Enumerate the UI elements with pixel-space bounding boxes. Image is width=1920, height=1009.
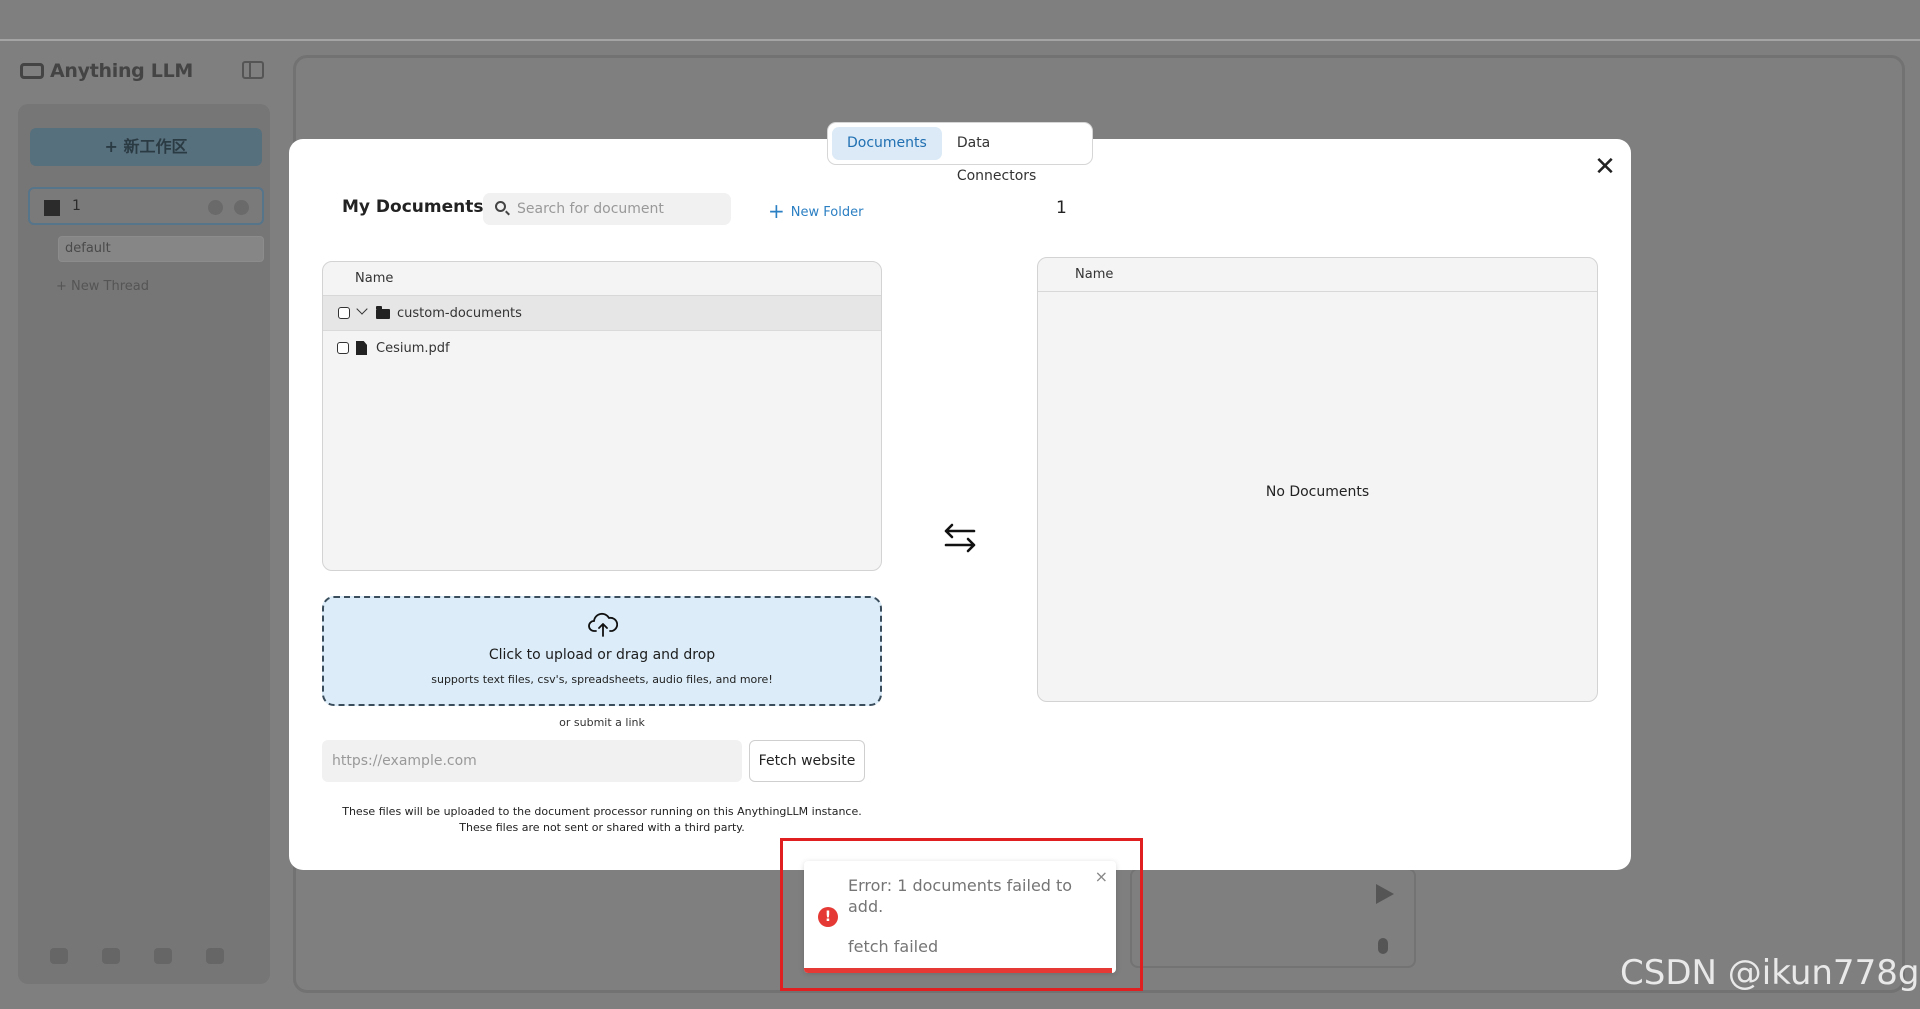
new-workspace-button[interactable]: + 新工作区 <box>30 128 262 166</box>
file-name: Cesium.pdf <box>376 341 450 356</box>
error-icon: ! <box>818 907 838 927</box>
settings-icon[interactable] <box>234 200 249 215</box>
file-checkbox[interactable] <box>337 342 349 354</box>
notice-line-1: These files will be uploaded to the docu… <box>342 805 862 818</box>
url-input[interactable] <box>322 740 742 782</box>
move-documents-icon[interactable] <box>942 520 978 556</box>
upload-subtitle: supports text files, csv's, spreadsheets… <box>431 673 773 686</box>
workspace-name: 1 <box>72 198 81 214</box>
new-folder-label: New Folder <box>790 205 864 220</box>
microphone-icon[interactable] <box>1378 938 1388 954</box>
wrench-icon[interactable] <box>206 948 224 964</box>
file-row[interactable]: Cesium.pdf <box>323 331 881 366</box>
link-icon[interactable] <box>50 948 68 964</box>
list-header: Name <box>323 262 881 296</box>
new-folder-button[interactable]: + New Folder <box>768 199 863 223</box>
fetch-website-button[interactable]: Fetch website <box>749 740 865 782</box>
sidebar-footer <box>50 948 224 964</box>
upload-notice: These files will be uploaded to the docu… <box>322 804 882 836</box>
file-icon <box>356 341 367 355</box>
thread-item[interactable]: default <box>58 236 264 262</box>
plus-icon: + <box>768 199 785 223</box>
workspace-list-header: Name <box>1038 258 1597 292</box>
empty-state: No Documents <box>1265 484 1370 500</box>
my-documents-title: My Documents <box>342 197 484 217</box>
toast-close-icon[interactable]: × <box>1095 867 1108 886</box>
tab-data-connectors[interactable]: Data Connectors <box>942 127 1088 184</box>
folder-checkbox[interactable] <box>338 307 350 319</box>
folder-row[interactable]: custom-documents <box>323 296 881 331</box>
upload-icon[interactable] <box>208 200 223 215</box>
workspace-title: 1 <box>1056 198 1067 218</box>
docs-icon[interactable] <box>102 948 120 964</box>
upload-dropzone[interactable]: Click to upload or drag and drop support… <box>322 596 882 706</box>
modal-tabs: Documents Data Connectors <box>827 122 1093 184</box>
workspace-documents-list: Name No Documents <box>1037 257 1598 702</box>
upload-cloud-icon <box>588 612 618 637</box>
folder-icon <box>376 306 390 319</box>
workspace-item[interactable]: 1 <box>28 187 264 225</box>
sidebar-toggle-icon[interactable] <box>242 61 264 79</box>
toast-message: Error: 1 documents failed to add. <box>848 876 1073 916</box>
toast-detail: fetch failed <box>848 937 939 956</box>
app-logo: Anything LLM <box>20 60 193 82</box>
toast-progress-bar <box>804 968 1112 973</box>
top-divider <box>0 39 1920 41</box>
tab-documents[interactable]: Documents <box>832 127 942 160</box>
logo-mark-icon <box>20 63 44 79</box>
workspace-grid-icon <box>44 200 60 216</box>
my-documents-list: Name custom-documents Cesium.pdf <box>322 261 882 571</box>
send-icon[interactable] <box>1376 884 1394 904</box>
search-input[interactable] <box>517 193 723 225</box>
chat-input-area <box>1130 868 1416 968</box>
logo-text: Anything LLM <box>50 60 194 82</box>
new-thread-button[interactable]: + New Thread <box>56 279 149 294</box>
watermark: CSDN @ikun778g <box>1620 953 1920 993</box>
folder-name: custom-documents <box>397 306 522 321</box>
upload-title: Click to upload or drag and drop <box>488 647 716 663</box>
or-submit-link-label: or submit a link <box>559 716 645 729</box>
notice-line-2: These files are not sent or shared with … <box>459 821 745 834</box>
document-search <box>483 193 731 225</box>
discord-icon[interactable] <box>154 948 172 964</box>
chevron-down-icon[interactable] <box>356 303 368 315</box>
close-icon[interactable]: ✕ <box>1590 152 1620 182</box>
error-toast: ! Error: 1 documents failed to add. fetc… <box>804 861 1116 973</box>
search-icon <box>495 201 506 212</box>
